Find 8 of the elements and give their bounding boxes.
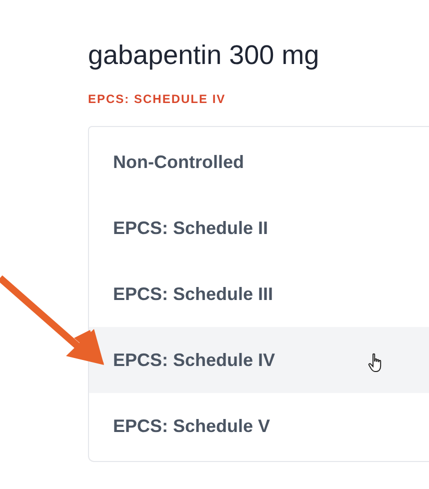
drug-title: gabapentin 300 mg [88,39,320,72]
menu-item[interactable]: EPCS: Schedule V [89,393,429,459]
menu-item[interactable]: EPCS: Schedule II [89,195,429,261]
menu-item[interactable]: Non-Controlled [89,129,429,195]
hand-cursor-icon [368,353,384,373]
menu-item[interactable]: EPCS: Schedule III [89,261,429,327]
menu-item[interactable]: EPCS: Schedule IV [89,327,429,393]
schedule-label: EPCS: SCHEDULE IV [88,92,227,106]
